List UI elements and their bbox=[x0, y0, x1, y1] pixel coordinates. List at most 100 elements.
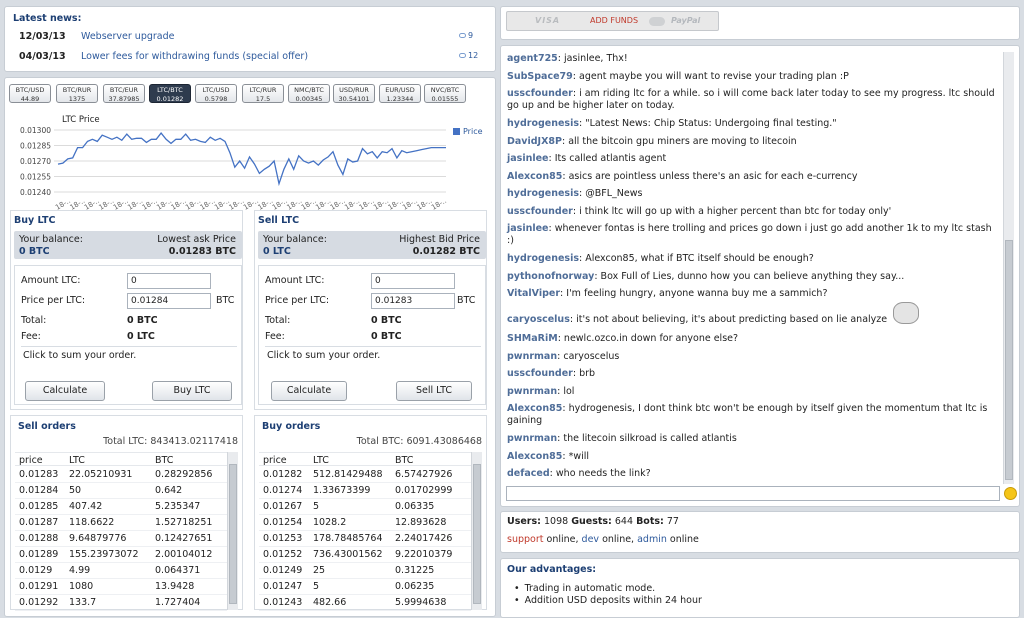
chat-text: caryoscelus bbox=[563, 350, 620, 362]
order-price: 0.01288 bbox=[19, 533, 59, 544]
chat-username[interactable]: pwnrman bbox=[507, 433, 557, 444]
order-btc: 5.235347 bbox=[155, 501, 201, 512]
ask-price-label: Lowest ask Price bbox=[157, 234, 236, 245]
chat-username[interactable]: Alexcon85 bbox=[507, 451, 562, 462]
user-stats: Users: 1098 Guests: 644 Bots: 77 bbox=[507, 516, 679, 527]
sell-orders-total: Total LTC: 843413.02117418 bbox=[103, 436, 238, 447]
order-row[interactable]: 0.01289 155.23973072 2.00104012 bbox=[15, 547, 227, 563]
currency-suffix: BTC bbox=[457, 295, 476, 306]
news-item: 12/03/13 Webserver upgrade 9 bbox=[19, 31, 479, 45]
chat-message: pwnrman: lol bbox=[507, 385, 575, 397]
order-row[interactable]: 0.01283 22.05210931 0.28292856 bbox=[15, 467, 227, 483]
chat-username[interactable]: jasinlee bbox=[507, 223, 548, 234]
chat-username[interactable]: hydrogenesis bbox=[507, 188, 579, 199]
pair-tab-btc-rur[interactable]: BTC/RUR 1375 bbox=[56, 84, 98, 103]
dev-link[interactable]: dev bbox=[582, 534, 600, 545]
sell-ltc-button[interactable]: Sell LTC bbox=[396, 381, 472, 401]
chat-username[interactable]: jasinlee bbox=[507, 153, 548, 164]
buy-price-input[interactable] bbox=[127, 293, 211, 309]
chat-text: asics are pointless unless there's an as… bbox=[568, 170, 858, 182]
order-row[interactable]: 0.01284 50 0.642 bbox=[15, 483, 227, 499]
chat-username[interactable]: DavidJX8P bbox=[507, 136, 562, 147]
mastercard-icon bbox=[649, 17, 665, 26]
sell-calculate-button[interactable]: Calculate bbox=[271, 381, 347, 401]
chat-text: agent maybe you will want to revise your… bbox=[579, 70, 849, 82]
buy-amount-input[interactable] bbox=[127, 273, 211, 289]
col-price: price bbox=[19, 455, 43, 466]
order-row[interactable]: 0.01254 1028.2 12.893628 bbox=[259, 515, 471, 531]
add-funds-button[interactable]: VISA ADD FUNDS PayPal bbox=[506, 11, 719, 31]
sell-orders-title: Sell orders bbox=[18, 421, 76, 432]
pair-tab-nvc-btc[interactable]: NVC/BTC 0.01555 bbox=[424, 84, 466, 103]
order-row[interactable]: 0.01274 1.33673399 0.01702999 bbox=[259, 483, 471, 499]
order-row[interactable]: 0.01282 512.81429488 6.57427926 bbox=[259, 467, 471, 483]
chat-text: *will bbox=[568, 450, 590, 462]
comment-count[interactable]: 9 bbox=[459, 31, 473, 40]
chat-text: newlc.ozco.in down for anyone else? bbox=[563, 333, 739, 344]
pair-tab-ltc-rur[interactable]: LTC/RUR 17.5 bbox=[242, 84, 284, 103]
buy-balance-bar: Your balance: 0 BTC Lowest ask Price 0.012… bbox=[14, 231, 242, 259]
chat-username[interactable]: Alexcon85 bbox=[507, 171, 562, 182]
order-price: 0.01284 bbox=[19, 485, 59, 496]
pair-tab-btc-usd[interactable]: BTC/USD 44.89 bbox=[9, 84, 51, 103]
order-ltc: 5 bbox=[313, 581, 320, 592]
chat-username[interactable]: pythonofnorway bbox=[507, 271, 594, 282]
pair-tab-ltc-usd[interactable]: LTC/USD 0.5798 bbox=[195, 84, 237, 103]
chat-text-continued: :) bbox=[507, 235, 514, 246]
order-row[interactable]: 0.01287 118.6622 1.52718251 bbox=[15, 515, 227, 531]
sell-amount-input[interactable] bbox=[371, 273, 455, 289]
order-ltc: 1080 bbox=[69, 581, 94, 592]
buy-orders-scrollbar[interactable] bbox=[471, 452, 482, 610]
chat-username[interactable]: SHMaRiM bbox=[507, 333, 558, 344]
chat-text: Box Full of Lies, dunno how you can beli… bbox=[600, 270, 905, 282]
admin-link[interactable]: admin bbox=[637, 534, 667, 545]
comment-count[interactable]: 12 bbox=[459, 51, 478, 60]
chat-username[interactable]: SubSpace79 bbox=[507, 71, 573, 82]
chat-message: hydrogenesis: Alexcon85, what if BTC its… bbox=[507, 253, 814, 264]
chat-username[interactable]: hydrogenesis bbox=[507, 253, 579, 264]
order-row[interactable]: 0.01243 482.66 5.9994638 bbox=[259, 595, 471, 611]
buy-calculate-button[interactable]: Calculate bbox=[25, 381, 105, 401]
chat-input[interactable] bbox=[506, 486, 1000, 501]
order-row[interactable]: 0.01249 25 0.31225 bbox=[259, 563, 471, 579]
chat-username[interactable]: caryoscelus bbox=[507, 314, 570, 325]
order-row[interactable]: 0.01267 5 0.06335 bbox=[259, 499, 471, 515]
fee-label: Fee: bbox=[21, 331, 41, 342]
news-link[interactable]: Lower fees for withdrawing funds (specia… bbox=[81, 51, 308, 62]
chat-username[interactable]: pwnrman bbox=[507, 351, 557, 362]
pair-tab-usd-rur[interactable]: USD/RUR 30.54101 bbox=[333, 84, 375, 103]
chat-message: Alexcon85: asics are pointless unless th… bbox=[507, 170, 858, 182]
chat-username[interactable]: usscfounder bbox=[507, 206, 573, 217]
order-btc: 0.064371 bbox=[155, 565, 201, 576]
chat-username[interactable]: agent725 bbox=[507, 53, 558, 64]
order-row[interactable]: 0.01285 407.42 5.235347 bbox=[15, 499, 227, 515]
order-row[interactable]: 0.01291 1080 13.9428 bbox=[15, 579, 227, 595]
pair-tab-nmc-btc[interactable]: NMC/BTC 0.00345 bbox=[288, 84, 330, 103]
chat-username[interactable]: Alexcon85 bbox=[507, 403, 562, 414]
smiley-icon[interactable] bbox=[1004, 487, 1017, 500]
order-row[interactable]: 0.01288 9.64879776 0.12427651 bbox=[15, 531, 227, 547]
chat-scrollbar[interactable] bbox=[1003, 52, 1014, 484]
chat-username[interactable]: pwnrman bbox=[507, 386, 557, 397]
chat-username[interactable]: VitalViper bbox=[507, 288, 560, 299]
sell-price-input[interactable] bbox=[371, 293, 455, 309]
chat-username[interactable]: hydrogenesis bbox=[507, 118, 579, 129]
order-row[interactable]: 0.01292 133.7 1.727404 bbox=[15, 595, 227, 611]
pair-tab-btc-eur[interactable]: BTC/EUR 37.87985 bbox=[103, 84, 145, 103]
chat-username[interactable]: defaced bbox=[507, 468, 550, 479]
order-row[interactable]: 0.0129 4.99 0.064371 bbox=[15, 563, 227, 579]
chat-username[interactable]: usscfounder bbox=[507, 368, 573, 379]
pair-tab-ltc-btc[interactable]: LTC/BTC 0.01282 bbox=[149, 84, 191, 103]
order-price: 0.01285 bbox=[19, 501, 59, 512]
support-link[interactable]: support bbox=[507, 534, 543, 545]
chat-username[interactable]: usscfounder bbox=[507, 88, 573, 99]
order-btc: 0.01702999 bbox=[395, 485, 453, 496]
order-row[interactable]: 0.01252 736.43001562 9.22010379 bbox=[259, 547, 471, 563]
buy-ltc-button[interactable]: Buy LTC bbox=[152, 381, 232, 401]
comment-icon bbox=[459, 53, 466, 58]
news-link[interactable]: Webserver upgrade bbox=[81, 31, 175, 42]
order-row[interactable]: 0.01253 178.78485764 2.24017426 bbox=[259, 531, 471, 547]
sell-orders-scrollbar[interactable] bbox=[227, 452, 238, 610]
pair-tab-eur-usd[interactable]: EUR/USD 1.23344 bbox=[379, 84, 421, 103]
order-row[interactable]: 0.01247 5 0.06235 bbox=[259, 579, 471, 595]
